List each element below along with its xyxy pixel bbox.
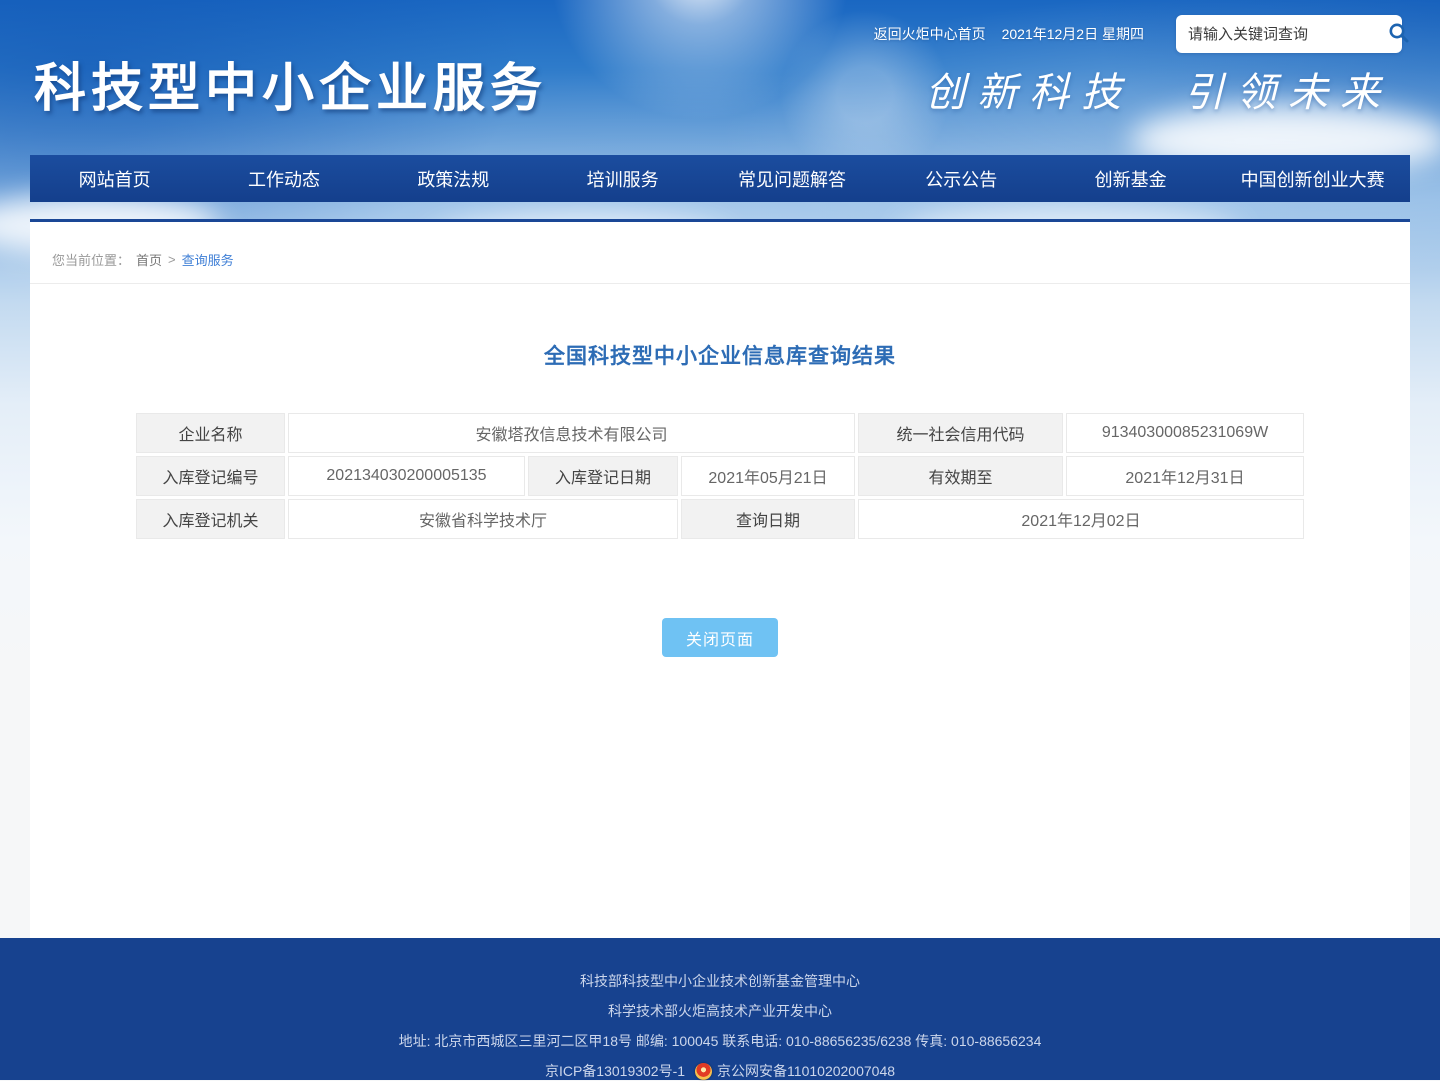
site-slogan: 创新科技 引领未来 <box>925 60 1392 118</box>
search-button[interactable] <box>1387 20 1411 48</box>
page-title: 全国科技型中小企业信息库查询结果 <box>30 340 1410 370</box>
search-box[interactable] <box>1176 15 1402 53</box>
credit-code-value: 91340300085231069W <box>1066 413 1304 453</box>
magnifier-icon <box>1387 21 1411 48</box>
table-row: 企业名称 安徽塔孜信息技术有限公司 统一社会信用代码 9134030008523… <box>136 413 1304 453</box>
valid-until-label: 有效期至 <box>858 456 1063 496</box>
table-row: 入库登记编号 202134030200005135 入库登记日期 2021年05… <box>136 456 1304 496</box>
nav-item-fund[interactable]: 创新基金 <box>1046 155 1215 202</box>
nav-item-policy[interactable]: 政策法规 <box>369 155 538 202</box>
breadcrumb: 您当前位置： 首页 > 查询服务 <box>30 222 1410 269</box>
torch-center-home-link[interactable]: 返回火炬中心首页 <box>874 24 986 44</box>
company-name-value: 安徽塔孜信息技术有限公司 <box>288 413 855 453</box>
main-nav: 网站首页 工作动态 政策法规 培训服务 常见问题解答 公示公告 创新基金 中国创… <box>30 155 1410 202</box>
search-input[interactable] <box>1188 26 1387 43</box>
police-registration-link[interactable]: 京公网安备11010202007048 <box>717 1063 895 1079</box>
footer-beian-line: 京ICP备13019302号-1 京公网安备11010202007048 <box>0 1061 1440 1081</box>
top-utility-bar: 返回火炬中心首页 2021年12月2日 星期四 <box>874 14 1402 54</box>
breadcrumb-separator: > <box>168 252 176 267</box>
table-row: 入库登记机关 安徽省科学技术厅 查询日期 2021年12月02日 <box>136 499 1304 539</box>
nav-item-faq[interactable]: 常见问题解答 <box>707 155 876 202</box>
footer-contact-line: 地址: 北京市西城区三里河二区甲18号 邮编: 100045 联系电话: 010… <box>0 1031 1440 1051</box>
breadcrumb-current-link[interactable]: 查询服务 <box>182 250 234 269</box>
reg-agency-value: 安徽省科学技术厅 <box>288 499 678 539</box>
nav-item-competition[interactable]: 中国创新创业大赛 <box>1215 155 1410 202</box>
nav-item-notices[interactable]: 公示公告 <box>877 155 1046 202</box>
reg-number-value: 202134030200005135 <box>288 456 525 496</box>
current-date: 2021年12月2日 星期四 <box>1002 24 1144 44</box>
reg-date-label: 入库登记日期 <box>528 456 678 496</box>
site-title: 科技型中小企业服务 <box>34 46 547 121</box>
query-date-label: 查询日期 <box>681 499 855 539</box>
breadcrumb-divider <box>30 283 1410 284</box>
footer: 科技部科技型中小企业技术创新基金管理中心 科学技术部火炬高技术产业开发中心 地址… <box>0 938 1440 1080</box>
police-badge-icon <box>695 1063 712 1080</box>
query-date-value: 2021年12月02日 <box>858 499 1304 539</box>
reg-agency-label: 入库登记机关 <box>136 499 285 539</box>
reg-number-label: 入库登记编号 <box>136 456 285 496</box>
breadcrumb-home-link[interactable]: 首页 <box>136 250 162 269</box>
footer-org-line2: 科学技术部火炬高技术产业开发中心 <box>0 1001 1440 1021</box>
icp-license-link[interactable]: 京ICP备13019302号-1 <box>545 1063 685 1079</box>
company-name-label: 企业名称 <box>136 413 285 453</box>
nav-item-training[interactable]: 培训服务 <box>538 155 707 202</box>
footer-org-line1: 科技部科技型中小企业技术创新基金管理中心 <box>0 971 1440 991</box>
close-page-button[interactable]: 关闭页面 <box>662 618 778 657</box>
content-panel: 您当前位置： 首页 > 查询服务 全国科技型中小企业信息库查询结果 企业名称 安… <box>30 219 1410 938</box>
query-result-table: 企业名称 安徽塔孜信息技术有限公司 统一社会信用代码 9134030008523… <box>133 410 1307 542</box>
valid-until-value: 2021年12月31日 <box>1066 456 1304 496</box>
breadcrumb-prefix: 您当前位置： <box>52 250 130 269</box>
credit-code-label: 统一社会信用代码 <box>858 413 1063 453</box>
nav-item-news[interactable]: 工作动态 <box>199 155 368 202</box>
reg-date-value: 2021年05月21日 <box>681 456 855 496</box>
nav-item-home[interactable]: 网站首页 <box>30 155 199 202</box>
